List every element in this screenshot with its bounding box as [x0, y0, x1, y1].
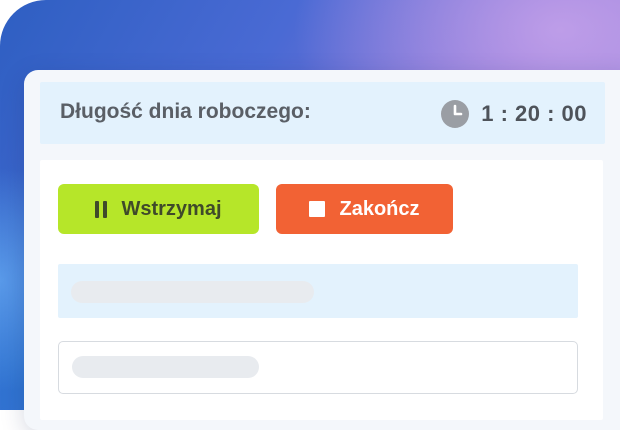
- end-button-label: Zakończ: [339, 197, 420, 220]
- placeholder-field-highlighted[interactable]: [58, 264, 578, 318]
- timer: 1 : 20 : 00: [440, 99, 587, 129]
- stop-icon: [309, 201, 326, 217]
- placeholder-field[interactable]: [58, 341, 578, 394]
- workday-header: Długość dnia roboczego: 1 : 20 : 00: [40, 82, 605, 144]
- pause-button[interactable]: Wstrzymaj: [58, 184, 259, 234]
- placeholder-text-bar: [71, 281, 314, 303]
- workday-length-label: Długość dnia roboczego:: [60, 100, 311, 123]
- clock-icon: [441, 100, 470, 128]
- pause-button-label: Wstrzymaj: [121, 197, 222, 220]
- pause-icon: [95, 200, 108, 218]
- timer-value: 1 : 20 : 00: [481, 101, 587, 126]
- end-button[interactable]: Zakończ: [276, 184, 453, 234]
- placeholder-text-bar: [72, 356, 259, 378]
